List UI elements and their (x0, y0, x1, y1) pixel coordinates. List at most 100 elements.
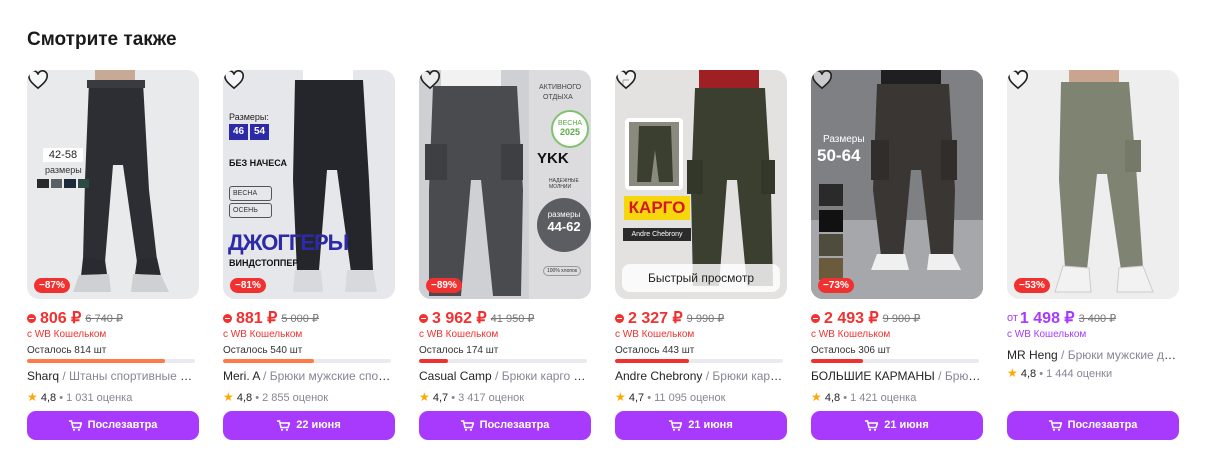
current-price: 806 ₽ (40, 310, 82, 327)
add-to-cart-button[interactable]: Послезавтра (419, 411, 591, 440)
product-image[interactable]: Размеры: 46 54 БЕЗ НАЧЕСА ВЕСНА ОСЕНЬ ДЖ… (223, 70, 395, 299)
product-card[interactable]: Размеры: 46 54 БЕЗ НАЧЕСА ВЕСНА ОСЕНЬ ДЖ… (223, 70, 395, 442)
wallet-discount-icon (27, 313, 36, 323)
cart-icon (865, 419, 879, 431)
cart-icon (669, 419, 683, 431)
product-image[interactable]: 42-58 размеры −87% (27, 70, 199, 299)
old-price: 9 900 ₽ (882, 312, 921, 325)
review-count: • 1 421 оценка (843, 392, 917, 404)
product-image[interactable]: АКТИВНОГО ОТДЫХА ВЕСНА 2025 YKK НАДЕЖНЫЕ… (419, 70, 591, 299)
cart-icon (68, 419, 82, 431)
product-name[interactable]: Andre Chebrony / Брюки карго … (615, 369, 785, 383)
old-price: 3 400 ₽ (1078, 312, 1117, 325)
add-to-cart-button[interactable]: 22 июня (223, 411, 395, 440)
stock-bar (223, 359, 391, 363)
review-count: • 2 855 оценок (255, 392, 329, 404)
add-to-cart-button[interactable]: Послезавтра (1007, 411, 1179, 440)
favorite-heart-icon[interactable] (1007, 70, 1029, 90)
favorite-heart-icon[interactable] (27, 70, 49, 90)
stock-bar (615, 359, 783, 363)
rating-value: 4,8 (40, 392, 57, 404)
brand-name: Meri. A (223, 369, 260, 383)
review-count: • 1 031 оценка (59, 392, 133, 404)
quick-view-button[interactable]: Быстрый просмотр (622, 264, 780, 292)
sizes-label: Размеры: (229, 112, 269, 122)
brand-name: БОЛЬШИЕ КАРМАНЫ (811, 369, 935, 383)
stock-bar (811, 359, 979, 363)
favorite-heart-icon[interactable] (615, 70, 637, 90)
delivery-date: 21 июня (688, 419, 733, 431)
product-name[interactable]: БОЛЬШИЕ КАРМАНЫ / Брюки … (811, 369, 981, 383)
rating-value: 4,8 (236, 392, 253, 404)
product-card[interactable]: КАРГО Andre Chebrony Быстрый просмотр 2 … (615, 70, 787, 442)
old-price: 6 740 ₽ (85, 312, 123, 325)
favorite-heart-icon[interactable] (419, 70, 441, 90)
star-icon: ★ (811, 390, 822, 404)
product-card[interactable]: −53% от 1 498 ₽3 400 ₽ с WB Кошельком MR … (1007, 70, 1179, 442)
product-image[interactable]: КАРГО Andre Chebrony Быстрый просмотр (615, 70, 787, 299)
windstopper-label: ВИНДСТОППЕР (229, 258, 299, 268)
favorite-heart-icon[interactable] (811, 70, 833, 90)
product-name[interactable]: MR Heng / Брюки мужские дж… (1007, 348, 1177, 362)
delivery-date: Послезавтра (479, 419, 550, 431)
year-label: 2025 (559, 127, 581, 137)
stock-bar-fill (223, 359, 314, 363)
cart-icon (277, 419, 291, 431)
brand-name: Casual Camp (419, 369, 492, 383)
discount-badge: −81% (230, 278, 266, 293)
product-name[interactable]: Casual Camp / Брюки карго пр… (419, 369, 589, 383)
season-autumn: ОСЕНЬ (229, 203, 272, 218)
add-to-cart-button[interactable]: 21 июня (615, 411, 787, 440)
rating: ★ 4,8 • 1 444 оценки (1007, 366, 1112, 380)
current-price: 3 962 ₽ (432, 310, 487, 327)
product-category: / Брюки карго пр… (495, 369, 589, 383)
product-photo (811, 70, 983, 299)
product-card[interactable]: Размеры 50-64 −73% 2 493 ₽9 900 ₽ с WB К… (811, 70, 983, 442)
product-image[interactable]: −53% (1007, 70, 1179, 299)
review-count: • 3 417 оценок (451, 392, 525, 404)
product-name[interactable]: Sharq / Штаны спортивные без… (27, 369, 197, 383)
zippers-label: НАДЕЖНЫЕ МОЛНИИ (549, 178, 579, 190)
product-category: / Брюки карго … (705, 369, 785, 383)
price-row: 806 ₽6 740 ₽ (27, 308, 123, 328)
joggers-title: ДЖОГГЕРЫ (228, 230, 349, 255)
stock-bar-fill (615, 359, 689, 363)
product-name[interactable]: Meri. A / Брюки мужские спорт… (223, 369, 393, 383)
stock-left: Осталось 443 шт (615, 345, 695, 356)
sizes-label: размеры (547, 210, 581, 219)
cargo-banner: КАРГО (624, 196, 690, 220)
wallet-discount-icon (419, 313, 428, 323)
add-to-cart-button[interactable]: Послезавтра (27, 411, 199, 440)
stock-left: Осталось 540 шт (223, 345, 303, 356)
discount-badge: −73% (818, 278, 854, 293)
stock-bar (27, 359, 195, 363)
delivery-date: Послезавтра (1067, 419, 1138, 431)
review-count: • 11 095 оценок (647, 392, 726, 404)
product-category: / Штаны спортивные без… (62, 369, 197, 383)
favorite-heart-icon[interactable] (223, 70, 245, 90)
cart-icon (460, 419, 474, 431)
add-to-cart-button[interactable]: 21 июня (811, 411, 983, 440)
rating: ★ 4,8 • 1 421 оценка (811, 390, 916, 404)
wallet-discount-icon (811, 313, 820, 323)
product-card[interactable]: АКТИВНОГО ОТДЫХА ВЕСНА 2025 YKK НАДЕЖНЫЕ… (419, 70, 591, 442)
wallet-note: с WB Кошельком (27, 329, 107, 340)
price-row: 2 327 ₽9 990 ₽ (615, 308, 724, 328)
star-icon: ★ (223, 390, 234, 404)
current-price: 2 327 ₽ (628, 310, 683, 327)
brand-name: MR Heng (1007, 348, 1058, 362)
product-card[interactable]: 42-58 размеры −87% 806 ₽6 740 ₽ с WB Кош… (27, 70, 199, 442)
sizes-circle: размеры 44-62 (537, 198, 591, 252)
discount-badge: −87% (34, 278, 70, 293)
product-image[interactable]: Размеры 50-64 −73% (811, 70, 983, 299)
current-price: 1 498 ₽ (1019, 310, 1075, 327)
season-spring: ВЕСНА (229, 186, 272, 201)
sizes-label: Размеры (823, 134, 865, 145)
rating: ★ 4,8 • 1 031 оценка (27, 390, 132, 404)
current-price: 2 493 ₽ (824, 310, 879, 327)
brand-name: Sharq (27, 369, 60, 383)
rating-value: 4,8 (1020, 368, 1037, 380)
cart-icon (1048, 419, 1062, 431)
discount-badge: −89% (426, 278, 462, 293)
wallet-note: с WB Кошельком (811, 329, 891, 340)
